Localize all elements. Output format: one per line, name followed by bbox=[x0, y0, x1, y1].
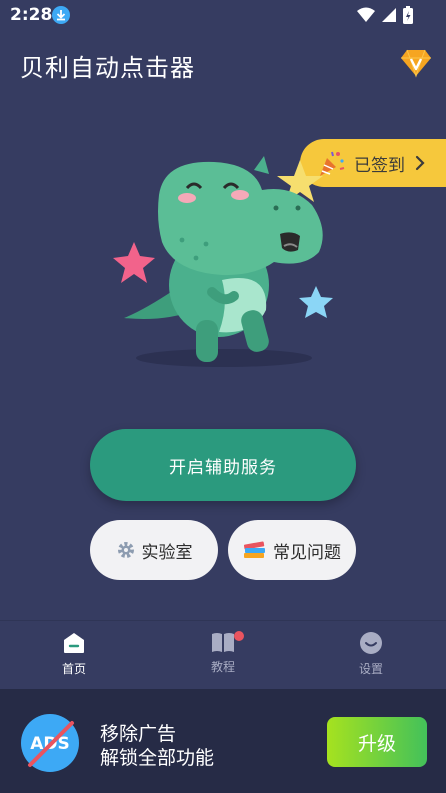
nav-label-tutorial: 教程 bbox=[210, 660, 235, 674]
status-icons bbox=[357, 6, 413, 24]
book-icon bbox=[212, 633, 234, 652]
remove-ads-banner: ADS 移除广告 解锁全部功能 升级 bbox=[0, 689, 446, 793]
bottom-nav: 首页 教程 设置 bbox=[0, 620, 446, 689]
nav-item-settings[interactable]: 设置 bbox=[331, 631, 411, 677]
upgrade-button[interactable]: 升级 bbox=[327, 717, 427, 767]
faq-label: 常见问题 bbox=[273, 542, 341, 563]
faq-button[interactable]: 常见问题 bbox=[228, 520, 356, 580]
lab-button[interactable]: 实验室 bbox=[90, 520, 218, 580]
enable-accessibility-service-button[interactable]: 开启辅助服务 bbox=[90, 429, 356, 501]
notification-badge bbox=[234, 631, 244, 641]
books-icon bbox=[243, 541, 265, 558]
chevron-right-icon bbox=[415, 155, 425, 171]
nav-item-tutorial[interactable]: 教程 bbox=[183, 631, 263, 675]
wifi-icon bbox=[357, 7, 375, 22]
download-icon bbox=[52, 6, 70, 24]
status-time: 2:28 bbox=[10, 5, 53, 25]
no-ads-icon: ADS bbox=[21, 714, 79, 772]
ads-line-remove: 移除广告 bbox=[100, 723, 177, 745]
status-bar: 2:28 bbox=[0, 0, 446, 30]
home-icon bbox=[64, 633, 84, 653]
nav-label-home: 首页 bbox=[61, 662, 86, 676]
vip-diamond-icon[interactable] bbox=[400, 48, 432, 78]
app-title: 贝利自动点击器 bbox=[20, 54, 195, 82]
battery-icon bbox=[403, 6, 413, 24]
checkin-label: 已签到 bbox=[354, 155, 405, 176]
ads-line-unlock: 解锁全部功能 bbox=[100, 747, 215, 769]
gear-icon bbox=[117, 542, 134, 558]
lab-label: 实验室 bbox=[141, 542, 193, 563]
signal-icon bbox=[382, 8, 396, 22]
nav-label-settings: 设置 bbox=[358, 662, 383, 676]
nav-item-home[interactable]: 首页 bbox=[34, 631, 114, 677]
smile-icon bbox=[360, 632, 382, 654]
dinosaur-mascot-illustration bbox=[113, 156, 333, 367]
